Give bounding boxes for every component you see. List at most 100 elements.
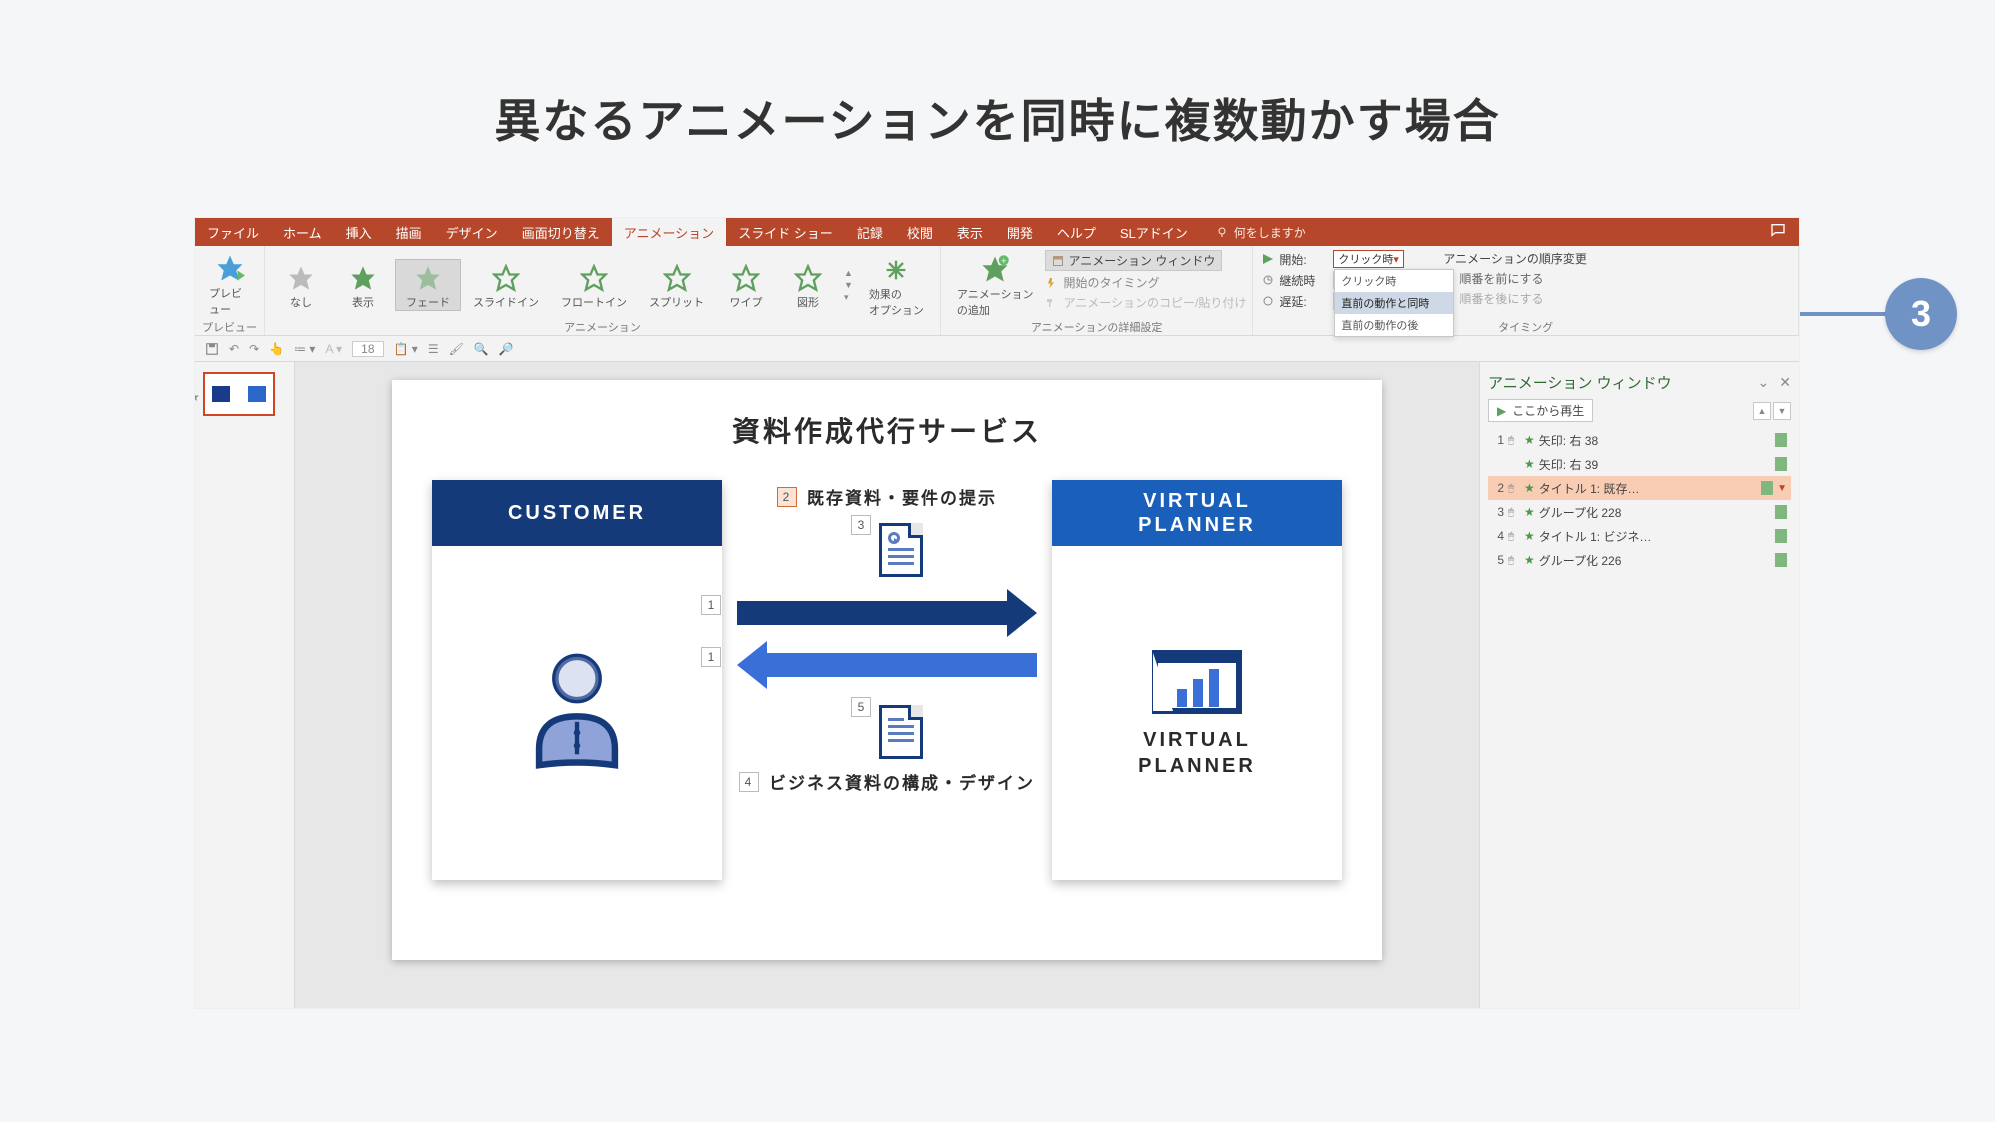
effect-options[interactable]: 効果の オプション: [859, 252, 934, 318]
start-option-with-previous[interactable]: 直前の動作と同時: [1335, 292, 1453, 314]
start-option-click[interactable]: クリック時: [1335, 270, 1453, 292]
duration-bar: [1775, 457, 1787, 471]
move-later[interactable]: 順番を後にする: [1443, 290, 1587, 307]
anim-slidein[interactable]: スライドイン: [463, 260, 549, 310]
callout-badge-3: 3: [1885, 278, 1957, 350]
tell-me-search[interactable]: 何をしますか: [1216, 224, 1306, 241]
duration-bar: [1775, 553, 1787, 567]
customer-header: CUSTOMER: [432, 480, 722, 546]
vp-logo: VIRTUAL PLANNER: [1138, 647, 1256, 779]
trigger-button[interactable]: 開始のタイミング: [1045, 274, 1246, 291]
tab-transitions[interactable]: 画面切り替え: [510, 218, 612, 246]
play-from-button[interactable]: ▶ ここから再生: [1488, 399, 1593, 422]
font-size-input[interactable]: 18: [352, 341, 383, 357]
tab-insert[interactable]: 挿入: [334, 218, 384, 246]
animation-pane-toggle[interactable]: アニメーション ウィンドウ: [1045, 250, 1222, 271]
anim-fade[interactable]: フェード: [395, 259, 461, 311]
anim-shape-label: 図形: [797, 294, 819, 310]
arrow-left: [737, 647, 1037, 683]
anim-split[interactable]: スプリット: [639, 260, 714, 310]
tab-developer[interactable]: 開発: [995, 218, 1045, 246]
move-down-button[interactable]: ▼: [1773, 402, 1791, 420]
start-dropdown[interactable]: クリック時 ▾ クリック時 直前の動作と同時 直前の動作の後: [1333, 250, 1404, 268]
star-icon: [794, 264, 822, 292]
close-icon[interactable]: ✕: [1779, 374, 1791, 391]
animation-item[interactable]: 4🖱★タイトル 1: ビジネ…: [1488, 524, 1791, 548]
tab-addin[interactable]: SLアドイン: [1108, 218, 1200, 246]
anim-tag-5: 5: [851, 697, 871, 717]
animation-painter-label: アニメーションのコピー/貼り付け: [1063, 294, 1246, 311]
anim-wipe[interactable]: ワイプ: [716, 260, 776, 310]
arrow-right: [737, 595, 1037, 631]
animation-item[interactable]: 3🖱★グループ化 228: [1488, 500, 1791, 524]
add-animation-button[interactable]: + アニメーション の追加: [947, 250, 1044, 318]
preview-button[interactable]: プレビュー: [201, 253, 258, 317]
vp-logo-line2: PLANNER: [1138, 753, 1256, 779]
move-up-button[interactable]: ▲: [1753, 402, 1771, 420]
preview-group-label: プレビュー: [202, 319, 257, 333]
move-earlier[interactable]: 順番を前にする: [1443, 270, 1587, 287]
animation-painter: アニメーションのコピー/貼り付け: [1045, 294, 1246, 311]
collapse-icon[interactable]: ⌄: [1758, 374, 1770, 391]
caret-icon[interactable]: ▼: [1777, 483, 1787, 494]
mouse-icon: 🖱: [1508, 555, 1520, 566]
start-option-after-previous[interactable]: 直前の動作の後: [1335, 314, 1453, 336]
slide-thumbnail-1[interactable]: 1 ★: [203, 372, 275, 416]
clock-icon: [1263, 275, 1273, 285]
anim-floatin[interactable]: フロートイン: [551, 260, 637, 310]
pane-icon: [1052, 255, 1064, 267]
thumb-animation-indicator: ★: [195, 390, 200, 404]
zoom-in-icon[interactable]: 🔎: [499, 342, 514, 356]
vp-header-line1: VIRTUAL: [1143, 489, 1251, 513]
save-icon[interactable]: [205, 342, 219, 356]
tab-slideshow[interactable]: スライド ショー: [726, 218, 845, 246]
anim-none[interactable]: なし: [271, 260, 331, 310]
anim-floatin-label: フロートイン: [561, 294, 627, 310]
tab-animations[interactable]: アニメーション: [612, 218, 726, 246]
tab-draw[interactable]: 描画: [384, 218, 434, 246]
animation-item[interactable]: ★矢印: 右 39: [1488, 452, 1791, 476]
add-animation-label: アニメーション の追加: [957, 286, 1034, 318]
customer-card: CUSTOMER: [432, 480, 722, 880]
anim-tag-2: 2: [777, 487, 797, 507]
anim-shape[interactable]: 図形: [778, 260, 838, 310]
anim-order: 2: [1492, 481, 1504, 495]
undo-icon[interactable]: ↶: [229, 342, 239, 356]
advanced-group-label: アニメーションの詳細設定: [1031, 319, 1163, 333]
anim-appear-label: 表示: [352, 294, 374, 310]
tab-home[interactable]: ホーム: [271, 218, 334, 246]
star-icon: ★: [1524, 457, 1535, 471]
tab-view[interactable]: 表示: [945, 218, 995, 246]
label-bottom: ビジネス資料の構成・デザイン: [769, 769, 1035, 794]
slide-canvas[interactable]: 資料作成代行サービス CUSTOMER: [295, 362, 1479, 1008]
anim-split-label: スプリット: [649, 294, 704, 310]
virtual-planner-card: VIRTUAL PLANNER: [1052, 480, 1342, 880]
tab-record[interactable]: 記録: [845, 218, 895, 246]
mouse-icon: 🖱: [1508, 531, 1520, 542]
tell-me-placeholder: 何をしますか: [1234, 224, 1306, 241]
redo-icon[interactable]: ↷: [249, 342, 259, 356]
quick-access-toolbar: ↶ ↷ 👆 ≔ ▾ A ▾ 18 📋 ▾ ☰ 🖌 🔍 🔎: [195, 336, 1799, 362]
start-value: クリック時: [1338, 251, 1393, 267]
animation-item[interactable]: 5🖱★グループ化 226: [1488, 548, 1791, 572]
animation-item[interactable]: 1🖱★矢印: 右 38: [1488, 428, 1791, 452]
tab-help[interactable]: ヘルプ: [1045, 218, 1108, 246]
star-icon: ★: [1524, 505, 1535, 519]
tab-review[interactable]: 校閲: [895, 218, 945, 246]
slide-thumbnail-strip: 1 ★: [195, 362, 295, 1008]
anim-slidein-label: スライドイン: [473, 294, 539, 310]
anim-order: 1: [1492, 433, 1504, 447]
duration-bar: [1775, 529, 1787, 543]
tab-design[interactable]: デザイン: [434, 218, 510, 246]
star-icon: [414, 264, 442, 292]
anim-appear[interactable]: 表示: [333, 260, 393, 310]
ribbon-group-preview: プレビュー プレビュー: [195, 246, 265, 335]
touch-mode-icon[interactable]: 👆: [269, 342, 284, 356]
zoom-out-icon[interactable]: 🔍: [474, 342, 489, 356]
gallery-more[interactable]: ▲▼▾: [840, 268, 857, 302]
animation-item[interactable]: 2🖱★タイトル 1: 既存…▼: [1488, 476, 1791, 500]
comments-icon[interactable]: [1769, 222, 1787, 238]
slide-title: 資料作成代行サービス: [432, 410, 1342, 450]
tab-file[interactable]: ファイル: [195, 218, 271, 246]
move-earlier-label: 順番を前にする: [1459, 270, 1543, 287]
